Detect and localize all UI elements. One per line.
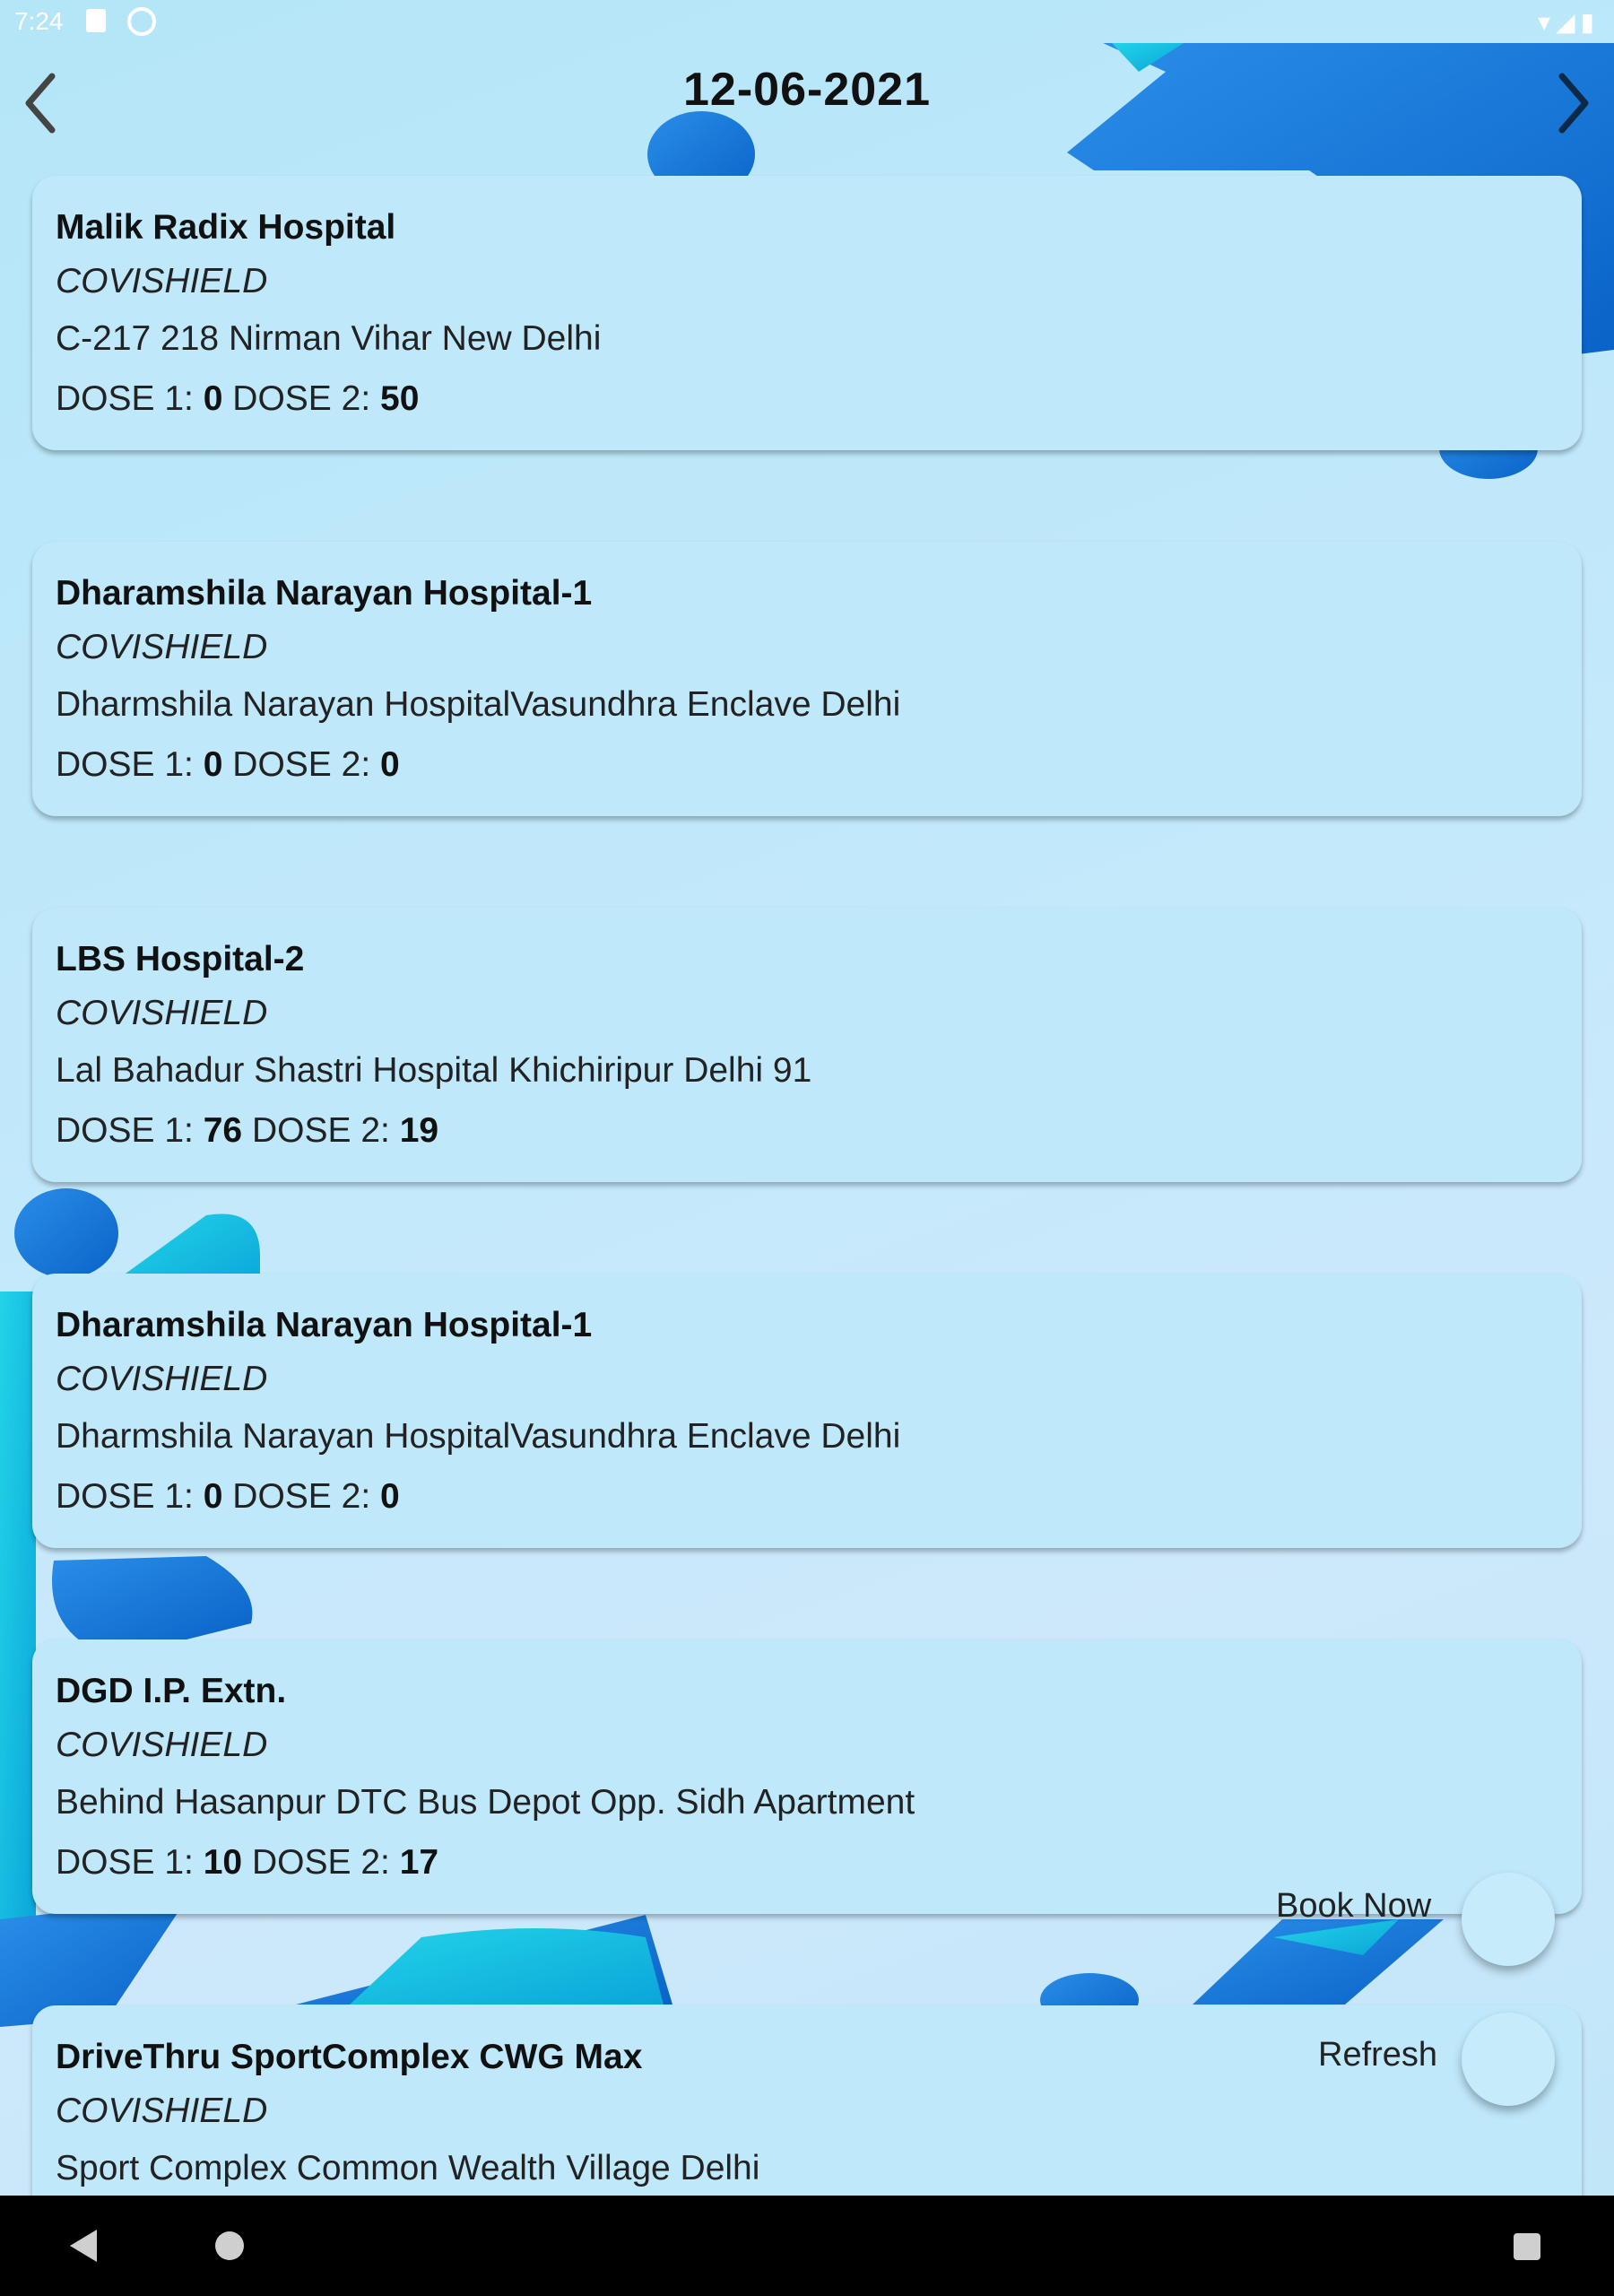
home-icon[interactable] [215, 2231, 244, 2260]
center-card[interactable]: Dharamshila Narayan Hospital-1 COVISHIEL… [32, 542, 1582, 816]
chevron-right-icon [1558, 73, 1589, 134]
dose1-count: 0 [203, 1477, 223, 1516]
book-now-button[interactable] [1462, 1873, 1555, 1966]
center-name: Malik Radix Hospital [56, 208, 396, 247]
dose1-label: DOSE 1: [56, 1477, 194, 1516]
dose1-label: DOSE 1: [56, 745, 194, 784]
dose-availability: DOSE 1: 76 DOSE 2: 19 [56, 1100, 1558, 1162]
center-card[interactable]: Malik Radix Hospital COVISHIELD C-217 21… [32, 176, 1582, 450]
next-date-button[interactable] [1533, 45, 1614, 161]
dose2-label: DOSE 2: [232, 745, 371, 784]
vaccine-name: COVISHIELD [56, 1726, 268, 1764]
center-card[interactable]: LBS Hospital-2 COVISHIELD Lal Bahadur Sh… [32, 908, 1582, 1182]
vaccine-name: COVISHIELD [56, 262, 268, 300]
dose-availability: DOSE 1: 0 DOSE 2: 0 [56, 1465, 1558, 1528]
dose2-count: 17 [399, 1843, 439, 1882]
center-name: DGD I.P. Extn. [56, 1672, 287, 1710]
selected-date: 12-06-2021 [683, 64, 931, 116]
dose2-count: 0 [380, 745, 400, 784]
dose1-count: 76 [203, 1111, 243, 1150]
system-navigation-bar [0, 2196, 1614, 2296]
dose1-label: DOSE 1: [56, 379, 194, 418]
dose2-label: DOSE 2: [232, 379, 371, 418]
status-time: 7:24 [14, 7, 64, 35]
center-card[interactable]: DGD I.P. Extn. COVISHIELD Behind Hasanpu… [32, 1639, 1582, 1914]
dose2-count: 50 [380, 379, 420, 418]
vaccine-name: COVISHIELD [56, 994, 268, 1032]
center-address: Dharmshila Narayan HospitalVasundhra Enc… [56, 685, 901, 724]
recent-apps-icon[interactable] [1514, 2233, 1540, 2260]
sd-card-icon [86, 9, 106, 32]
center-card[interactable]: Dharamshila Narayan Hospital-1 COVISHIEL… [32, 1274, 1582, 1548]
center-name: Dharamshila Narayan Hospital-1 [56, 1306, 593, 1344]
center-address: C-217 218 Nirman Vihar New Delhi [56, 319, 602, 358]
dose2-label: DOSE 2: [251, 1111, 390, 1150]
center-address: Behind Hasanpur DTC Bus Depot Opp. Sidh … [56, 1783, 915, 1822]
center-name: LBS Hospital-2 [56, 940, 305, 978]
date-header: 12-06-2021 [0, 45, 1614, 161]
dose2-count: 0 [380, 1477, 400, 1516]
vaccine-name: COVISHIELD [56, 628, 268, 666]
center-address: Sport Complex Common Wealth Village Delh… [56, 2149, 760, 2187]
book-now-label[interactable]: Book Now [1276, 1887, 1431, 1926]
sync-icon [127, 7, 156, 36]
dose2-label: DOSE 2: [232, 1477, 371, 1516]
center-address: Lal Bahadur Shastri Hospital Khichiripur… [56, 1051, 812, 1090]
refresh-label[interactable]: Refresh [1318, 2036, 1437, 2074]
dose1-label: DOSE 1: [56, 1111, 194, 1150]
dose2-count: 19 [399, 1111, 439, 1150]
dose1-count: 10 [203, 1843, 243, 1882]
vaccine-name: COVISHIELD [56, 2092, 268, 2130]
status-bar: 7:24 ▾◢▮ [0, 0, 1614, 43]
system-status-icons: ▾◢▮ [1538, 8, 1600, 36]
dose-availability: DOSE 1: 0 DOSE 2: 50 [56, 368, 1558, 430]
vaccine-name: COVISHIELD [56, 1360, 268, 1398]
dose-availability: DOSE 1: 0 DOSE 2: 0 [56, 734, 1558, 796]
dose1-count: 0 [203, 379, 223, 418]
back-icon[interactable] [70, 2230, 97, 2262]
center-address: Dharmshila Narayan HospitalVasundhra Enc… [56, 1417, 901, 1456]
center-name: Dharamshila Narayan Hospital-1 [56, 574, 593, 613]
dose2-label: DOSE 2: [251, 1843, 390, 1882]
refresh-button[interactable] [1462, 2013, 1555, 2106]
dose-availability: DOSE 1: 10 DOSE 2: 17 [56, 1831, 1558, 1894]
dose1-label: DOSE 1: [56, 1843, 194, 1882]
dose1-count: 0 [203, 745, 223, 784]
